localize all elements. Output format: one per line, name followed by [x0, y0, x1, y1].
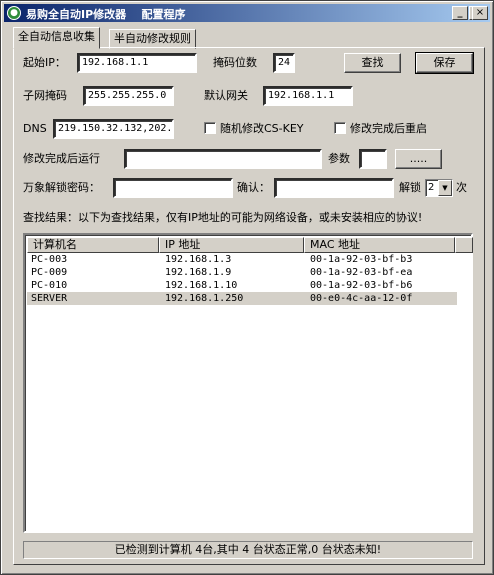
unlock-password-input[interactable]: [113, 178, 233, 198]
status-bar: 已检测到计算机 4台,其中 4 台状态正常,0 台状态未知!: [23, 541, 473, 559]
close-button[interactable]: ×: [472, 6, 488, 20]
params-input[interactable]: [359, 149, 387, 169]
unlock-times-suffix: 次: [456, 181, 467, 194]
results-list[interactable]: 计算机名 IP 地址 MAC 地址 PC-003 192.168.1.3 00-…: [23, 233, 473, 533]
unlock-password-label: 万象解锁密码：: [23, 181, 100, 194]
random-cskey-label: 随机修改CS-KEY: [220, 122, 304, 135]
minimize-button[interactable]: _: [452, 6, 468, 20]
chevron-down-icon[interactable]: ▼: [438, 180, 452, 196]
tab-semi-auto-rules[interactable]: 半自动修改规则: [109, 29, 196, 49]
results-caption: 查找结果：以下为查找结果，仅有IP地址的可能为网络设备，或未安装相应的协议!: [23, 211, 423, 224]
browse-button[interactable]: .....: [395, 149, 442, 169]
cell-ip: 192.168.1.3: [165, 254, 232, 265]
tab-auto-collect[interactable]: 全自动信息收集: [13, 27, 100, 49]
list-header: 计算机名 IP 地址 MAC 地址: [27, 237, 473, 253]
cell-name: PC-010: [31, 280, 68, 291]
save-button[interactable]: 保存: [415, 52, 474, 74]
title-bar[interactable]: ● 易购全自动IP修改器 配置程序 _ □: [4, 4, 490, 22]
reboot-after-checkbox[interactable]: [334, 122, 346, 134]
subnet-mask-label: 子网掩码: [23, 89, 67, 102]
cell-mac: 00-1a-92-03-bf-b6: [310, 280, 413, 291]
column-ip-address[interactable]: IP 地址: [159, 237, 304, 253]
run-after-input[interactable]: [124, 149, 322, 169]
cell-mac: 00-1a-92-03-bf-b3: [310, 254, 413, 265]
find-button[interactable]: 查找: [344, 53, 401, 73]
run-after-label: 修改完成后运行: [23, 152, 100, 165]
table-row[interactable]: SERVER 192.168.1.250 00-e0-4c-aa-12-0f: [27, 292, 457, 305]
confirm-label: 确认：: [237, 181, 270, 194]
window-title: 易购全自动IP修改器 配置程序: [26, 8, 186, 21]
params-label: 参数: [328, 152, 350, 165]
gateway-label: 默认网关: [204, 89, 248, 102]
cell-mac: 00-e0-4c-aa-12-0f: [310, 293, 413, 304]
status-text: 已检测到计算机 4台,其中 4 台状态正常,0 台状态未知!: [114, 543, 382, 556]
mask-bits-label: 掩码位数: [213, 56, 257, 69]
table-row[interactable]: PC-010 192.168.1.10 00-1a-92-03-bf-b6: [27, 279, 457, 292]
mask-bits-input[interactable]: 24: [273, 53, 295, 73]
app-window: ● 易购全自动IP修改器 配置程序 _ □ × 全自动信息收集 半自动修改规则 …: [0, 0, 494, 575]
unlock-times-value: 2: [428, 182, 435, 193]
gateway-input[interactable]: 192.168.1.1: [263, 86, 353, 106]
table-row[interactable]: PC-003 192.168.1.3 00-1a-92-03-bf-b3: [27, 253, 457, 266]
column-filler: [455, 237, 473, 253]
start-ip-label: 起始IP：: [23, 56, 66, 69]
reboot-after-label: 修改完成后重启: [350, 122, 427, 135]
cell-name: SERVER: [31, 293, 68, 304]
table-row[interactable]: PC-009 192.168.1.9 00-1a-92-03-bf-ea: [27, 266, 457, 279]
dns-input[interactable]: 219.150.32.132,202.: [53, 119, 174, 139]
cell-ip: 192.168.1.9: [165, 267, 232, 278]
unlock-times-select[interactable]: 2 ▼: [425, 179, 453, 197]
cell-ip: 192.168.1.10: [165, 280, 238, 291]
dns-label: DNS: [23, 122, 47, 135]
start-ip-input[interactable]: 192.168.1.1: [77, 53, 197, 73]
cell-name: PC-003: [31, 254, 68, 265]
column-mac-address[interactable]: MAC 地址: [304, 237, 455, 253]
column-computer-name[interactable]: 计算机名: [27, 237, 159, 253]
cell-ip: 192.168.1.250: [165, 293, 244, 304]
cell-mac: 00-1a-92-03-bf-ea: [310, 267, 413, 278]
cell-name: PC-009: [31, 267, 68, 278]
app-icon: ●: [7, 6, 21, 20]
confirm-password-input[interactable]: [274, 178, 394, 198]
random-cskey-checkbox[interactable]: [204, 122, 216, 134]
unlock-times-label: 解锁: [399, 181, 421, 194]
subnet-mask-input[interactable]: 255.255.255.0: [83, 86, 174, 106]
